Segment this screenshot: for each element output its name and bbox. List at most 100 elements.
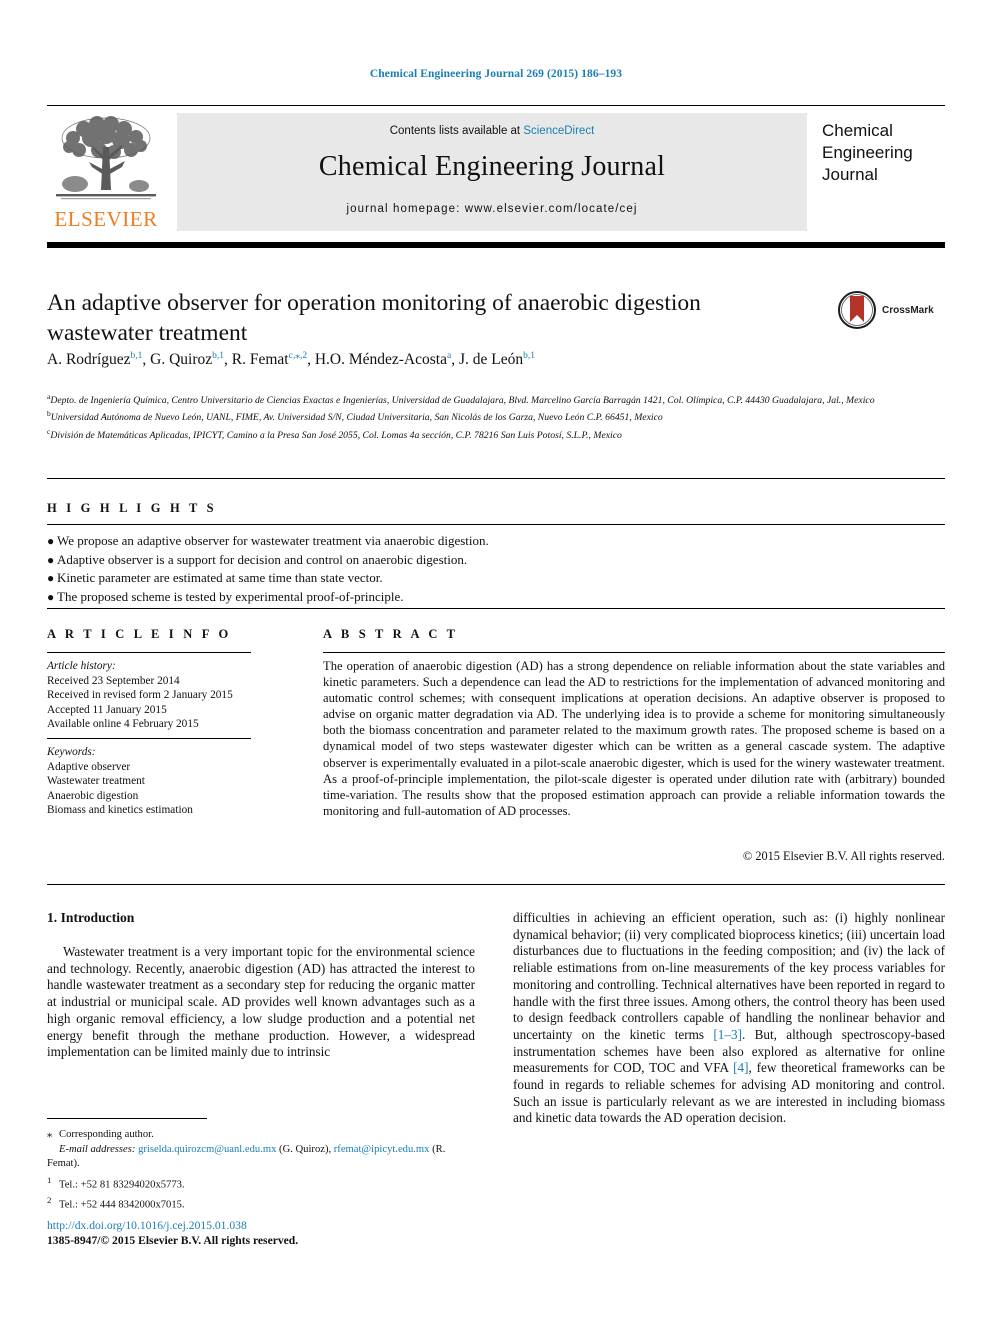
corresponding-author-note: ⁎ Corresponding author. (47, 1128, 477, 1142)
bullet-icon: ● (47, 571, 55, 586)
author-item: G. Quirozb,1, (150, 351, 232, 369)
elsevier-tree-icon (56, 116, 156, 200)
citation-ref-1-3[interactable]: [1–3] (713, 1027, 742, 1042)
highlight-item: ● Adaptive observer is a support for deci… (47, 551, 747, 570)
author-marks: b,1 (212, 351, 225, 361)
paper-page: Chemical Engineering Journal 269 (2015) … (0, 0, 992, 1323)
keyword-item: Wastewater treatment (47, 775, 145, 788)
email-link-femat[interactable]: rfemat@ipicyt.edu.mx (334, 1144, 430, 1155)
citation-ref-4[interactable]: [4] (733, 1060, 748, 1075)
article-history-label: Article history: (47, 660, 116, 672)
history-item: Received 23 September 2014 (47, 674, 180, 687)
author-name: H.O. Méndez-Acosta (314, 351, 447, 369)
tel-note-1: 1 Tel.: +52 81 83294020x5773. (47, 1173, 477, 1193)
body-top-rule (47, 884, 945, 885)
tel-1-text: Tel.: +52 81 83294020x5773. (59, 1179, 185, 1191)
affiliation-list: aDepto. de Ingeniería Química, Centro Un… (47, 390, 937, 442)
highlight-item: ● Kinetic parameter are estimated at same… (47, 569, 747, 588)
footnote-rule (47, 1118, 207, 1119)
keywords-label: Keywords: (47, 746, 96, 758)
affiliation-item: aDepto. de Ingeniería Química, Centro Un… (47, 390, 937, 407)
bullet-icon: ● (47, 552, 55, 567)
footnote-mark-1: 1 (47, 1173, 59, 1193)
author-item: J. de Leónb,1 (459, 351, 535, 368)
email-note: E-mail addresses: griselda.quirozcm@uanl… (47, 1143, 477, 1171)
email-label: E-mail addresses: (59, 1144, 136, 1156)
cover-title-line-1: Chemical (822, 121, 893, 140)
masthead-bottom-rule (47, 242, 945, 248)
keyword-item: Adaptive observer (47, 760, 131, 773)
masthead-banner: Contents lists available at ScienceDirec… (177, 113, 807, 231)
author-list: A. Rodríguezb,1, G. Quirozb,1, R. Fematc… (47, 350, 937, 369)
cover-title-line-2: Engineering (822, 143, 913, 162)
doi-link[interactable]: http://dx.doi.org/10.1016/j.cej.2015.01.… (47, 1218, 477, 1233)
issn-copyright-line: 1385-8947/© 2015 Elsevier B.V. All right… (47, 1234, 299, 1247)
crossmark-icon (838, 291, 876, 329)
cover-title-line-3: Journal (822, 165, 878, 184)
articleinfo-top-rule (47, 608, 945, 609)
crossmark-badge[interactable]: CrossMark (838, 291, 942, 331)
history-item: Received in revised form 2 January 2015 (47, 689, 233, 702)
highlight-text: Adaptive observer is a support for decis… (57, 551, 468, 567)
articleinfo-underline-rule (47, 652, 251, 653)
keywords-block: Keywords: Adaptive observer Wastewater t… (47, 745, 287, 818)
highlights-top-rule (47, 478, 945, 479)
tel-2-text: Tel.: +52 444 8342000x7015. (59, 1199, 185, 1211)
footnote-block: ⁎ Corresponding author. E-mail addresses:… (47, 1128, 477, 1214)
footnote-mark-2: 2 (47, 1193, 59, 1213)
author-marks: b,1 (130, 351, 143, 361)
running-head: Chemical Engineering Journal 269 (2015) … (369, 68, 623, 80)
journal-masthead: ELSEVIER Contents lists available at Sci… (47, 110, 945, 235)
keyword-item: Biomass and kinetics estimation (47, 804, 193, 817)
highlight-text: Kinetic parameter are estimated at same … (57, 570, 383, 586)
highlight-text: We propose an adaptive observer for wast… (57, 533, 489, 548)
contents-prefix: Contents lists available at (389, 125, 524, 137)
article-info-heading: A R T I C L E I N F O (47, 627, 232, 641)
author-item: A. Rodríguezb,1, (47, 351, 151, 369)
author-name: A. Rodríguez (47, 351, 131, 369)
intro-right-part-1: difficulties in achieving an efficient o… (513, 910, 945, 1042)
affiliation-text: Depto. de Ingeniería Química, Centro Uni… (50, 395, 875, 407)
elsevier-wordmark: ELSEVIER (54, 207, 158, 231)
sciencedirect-link[interactable]: ScienceDirect (523, 125, 594, 137)
doi-block: http://dx.doi.org/10.1016/j.cej.2015.01.… (47, 1218, 477, 1248)
affiliation-item: cDivisión de Matemáticas Aplicadas, IPIC… (47, 425, 937, 442)
masthead-top-rule (47, 105, 945, 106)
asterisk-icon: ⁎ (47, 1129, 53, 1140)
body-column-right: difficulties in achieving an efficient o… (513, 910, 945, 1127)
journal-cover-title: Chemical Engineering Journal (822, 120, 945, 186)
author-name: R. Femat (231, 351, 289, 369)
highlight-item: ● The proposed scheme is tested by experi… (47, 588, 747, 607)
author-item: R. Fematc,⁎,2, (231, 351, 315, 369)
abstract-heading: A B S T R A C T (323, 627, 459, 641)
author-marks: b,1 (523, 351, 535, 361)
bullet-icon: ● (47, 589, 55, 604)
section-heading-introduction: 1. Introduction (47, 910, 135, 925)
bullet-icon: ● (47, 534, 55, 548)
author-marks: c,⁎,2 (288, 351, 308, 361)
author-marks: a (446, 351, 452, 361)
tel-2-superscript: 2 (47, 1195, 52, 1206)
affiliation-item: bUniversidad Autónoma de Nuevo León, UAN… (47, 407, 937, 424)
elsevier-logo: ELSEVIER (47, 110, 165, 234)
contents-available-line: Contents lists available at ScienceDirec… (177, 125, 807, 137)
email-link-quiroz[interactable]: griselda.quirozcm@uanl.edu.mx (138, 1144, 276, 1155)
email-owner-quiroz: (G. Quiroz), (279, 1144, 332, 1156)
highlight-item: ● We propose an adaptive observer for was… (47, 532, 747, 551)
author-item: H.O. Méndez-Acostaa, (314, 351, 459, 369)
history-item: Accepted 11 January 2015 (47, 703, 167, 716)
journal-title: Chemical Engineering Journal (318, 151, 666, 182)
body-column-left: 1. Introduction Wastewater treatment is … (47, 910, 475, 1061)
keywords-top-rule (47, 738, 251, 739)
intro-paragraph-right: difficulties in achieving an efficient o… (513, 910, 945, 1127)
abstract-copyright: © 2015 Elsevier B.V. All rights reserved… (742, 849, 945, 863)
keyword-item: Anaerobic digestion (47, 789, 139, 802)
highlight-text: The proposed scheme is tested by experim… (57, 588, 404, 604)
tel-1-superscript: 1 (47, 1174, 52, 1185)
highlights-heading: H I G H L I G H T S (47, 501, 217, 515)
abstract-text: The operation of anaerobic digestion (AD… (323, 659, 945, 818)
highlights-list: ● We propose an adaptive observer for was… (47, 532, 747, 606)
intro-paragraph-left: Wastewater treatment is a very important… (47, 944, 475, 1060)
affiliation-text: División de Matemáticas Aplicadas, IPICY… (50, 430, 622, 442)
journal-homepage-link[interactable]: journal homepage: www.elsevier.com/locat… (177, 203, 807, 215)
